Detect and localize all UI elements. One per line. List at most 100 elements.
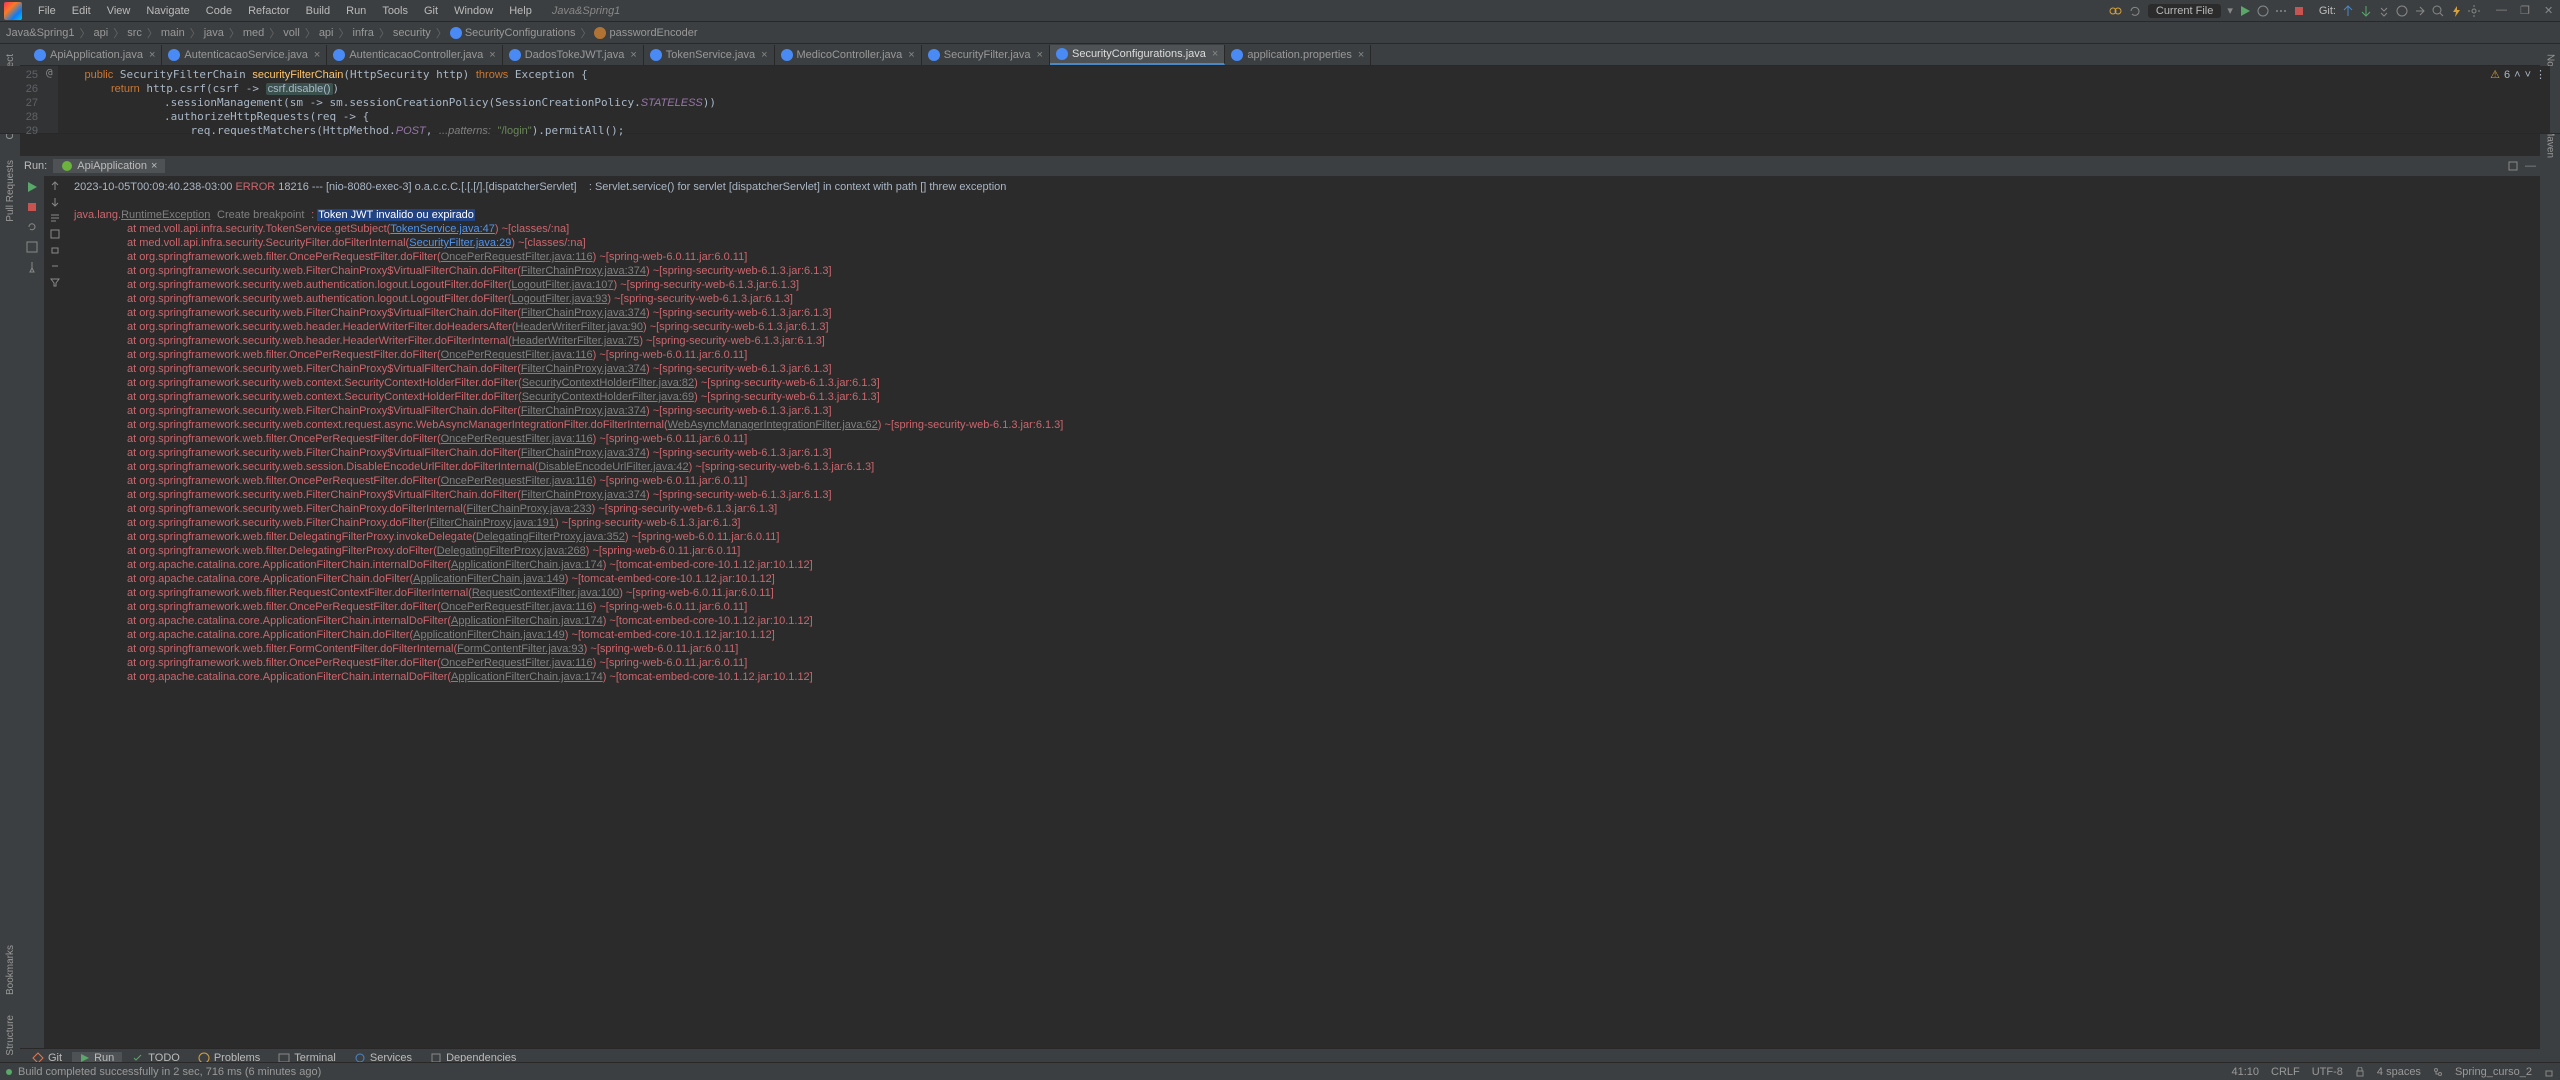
- editor-tab[interactable]: SecurityConfigurations.java×: [1050, 45, 1225, 65]
- close-run-tab[interactable]: ×: [151, 160, 157, 172]
- menu-view[interactable]: View: [99, 5, 139, 17]
- minimize-button[interactable]: —: [2496, 4, 2508, 17]
- close-tab[interactable]: ×: [761, 49, 767, 61]
- close-tab[interactable]: ×: [489, 49, 495, 61]
- git-update-icon[interactable]: [2342, 5, 2354, 17]
- print-icon[interactable]: [49, 244, 61, 256]
- git-push-icon[interactable]: [2378, 5, 2390, 17]
- close-button[interactable]: ✕: [2544, 4, 2556, 17]
- run-header: Run: ApiApplication × —: [20, 156, 2540, 176]
- console[interactable]: 2023-10-05T00:09:40.238-03:00 ERROR 1821…: [66, 176, 2540, 1050]
- tool-structure[interactable]: Structure: [5, 1009, 16, 1062]
- editor-tab[interactable]: MedicoController.java×: [775, 45, 922, 65]
- breadcrumb-class[interactable]: SecurityConfigurations: [465, 27, 576, 39]
- crumb[interactable]: Java&Spring1: [6, 27, 75, 39]
- menu-code[interactable]: Code: [198, 5, 240, 17]
- caret-position[interactable]: 41:10: [2231, 1066, 2259, 1078]
- rerun-icon[interactable]: [25, 180, 39, 194]
- lock-icon[interactable]: [2544, 1067, 2554, 1077]
- thunder-icon[interactable]: [2450, 5, 2462, 17]
- code-area[interactable]: public SecurityFilterChain securityFilte…: [58, 66, 2560, 133]
- file-encoding[interactable]: UTF-8: [2312, 1066, 2343, 1078]
- menu-navigate[interactable]: Navigate: [138, 5, 197, 17]
- run-icon[interactable]: [2239, 5, 2251, 17]
- bean-icon: @: [46, 66, 53, 79]
- crumb[interactable]: security: [393, 27, 431, 39]
- more-actions-icon[interactable]: [2275, 5, 2287, 17]
- collaborators-icon[interactable]: [2108, 4, 2122, 18]
- close-tab[interactable]: ×: [630, 49, 636, 61]
- editor-tab[interactable]: AutenticacaoService.java×: [162, 45, 327, 65]
- pin-icon[interactable]: [25, 260, 39, 274]
- layout-icon[interactable]: [25, 240, 39, 254]
- menu-window[interactable]: Window: [446, 5, 501, 17]
- stop-run-icon[interactable]: [25, 200, 39, 214]
- gutter: 2526272829: [0, 66, 46, 133]
- scroll-end-icon[interactable]: [49, 228, 61, 240]
- editor-tab[interactable]: SecurityFilter.java×: [922, 45, 1050, 65]
- crumb[interactable]: api: [319, 27, 334, 39]
- inspection-widget[interactable]: ⚠ 6 ˄ ˅ ⋮: [2490, 68, 2546, 81]
- close-tab[interactable]: ×: [314, 49, 320, 61]
- crumb[interactable]: api: [94, 27, 109, 39]
- run-config-selector[interactable]: Current File: [2148, 4, 2221, 18]
- menu-git[interactable]: Git: [416, 5, 446, 17]
- java-file-icon: [34, 49, 46, 61]
- build-status-icon: [6, 1069, 12, 1075]
- run-tab[interactable]: ApiApplication ×: [53, 159, 165, 173]
- line-separator[interactable]: CRLF: [2271, 1066, 2300, 1078]
- search-icon[interactable]: [2432, 5, 2444, 17]
- project-name: Java&Spring1: [552, 5, 621, 17]
- close-tab[interactable]: ×: [149, 49, 155, 61]
- menu-tools[interactable]: Tools: [374, 5, 416, 17]
- editor-tab[interactable]: ApiApplication.java×: [28, 45, 162, 65]
- menu-refactor[interactable]: Refactor: [240, 5, 298, 17]
- crumb[interactable]: java: [204, 27, 224, 39]
- hide-run[interactable]: —: [2525, 160, 2536, 172]
- git-history-icon[interactable]: [2396, 5, 2408, 17]
- crumb[interactable]: voll: [283, 27, 300, 39]
- clear-icon[interactable]: [49, 260, 61, 272]
- restart-icon[interactable]: [25, 220, 39, 234]
- editor-scrollbar[interactable]: [2550, 66, 2560, 133]
- close-tab[interactable]: ×: [1212, 48, 1218, 60]
- up-stack-icon[interactable]: [49, 180, 61, 192]
- menu-file[interactable]: File: [30, 5, 64, 17]
- restore-button[interactable]: ❐: [2520, 4, 2532, 17]
- settings-icon[interactable]: [2468, 5, 2480, 17]
- prev-highlight[interactable]: ˄: [2514, 69, 2520, 81]
- menu-run[interactable]: Run: [338, 5, 374, 17]
- next-highlight[interactable]: ˅: [2525, 69, 2531, 81]
- editor[interactable]: 2526272829 @ public SecurityFilterChain …: [0, 66, 2560, 134]
- inspection-menu[interactable]: ⋮: [2535, 68, 2546, 81]
- editor-tab[interactable]: DadosTokeJWT.java×: [503, 45, 644, 65]
- debug-icon[interactable]: [2257, 5, 2269, 17]
- indent-settings[interactable]: 4 spaces: [2377, 1066, 2421, 1078]
- editor-tab[interactable]: TokenService.java×: [644, 45, 775, 65]
- tool-bookmarks[interactable]: Bookmarks: [5, 939, 16, 1001]
- down-stack-icon[interactable]: [49, 196, 61, 208]
- close-tab[interactable]: ×: [908, 49, 914, 61]
- reload-icon[interactable]: [2128, 4, 2142, 18]
- soft-wrap-icon[interactable]: [49, 212, 61, 224]
- tool-pull-requests[interactable]: Pull Requests: [5, 154, 16, 228]
- run-settings-icon[interactable]: [2507, 160, 2519, 172]
- git-revert-icon[interactable]: [2414, 5, 2426, 17]
- crumb[interactable]: med: [243, 27, 264, 39]
- close-tab[interactable]: ×: [1037, 49, 1043, 61]
- menu-help[interactable]: Help: [501, 5, 540, 17]
- filter-icon[interactable]: [49, 276, 61, 288]
- crumb[interactable]: infra: [353, 27, 374, 39]
- menu-build[interactable]: Build: [298, 5, 338, 17]
- editor-tab[interactable]: application.properties×: [1225, 45, 1371, 65]
- menu-edit[interactable]: Edit: [64, 5, 99, 17]
- readonly-icon[interactable]: [2355, 1067, 2365, 1077]
- stop-icon[interactable]: [2293, 5, 2305, 17]
- git-commit-icon[interactable]: [2360, 5, 2372, 17]
- crumb[interactable]: src: [127, 27, 142, 39]
- crumb[interactable]: main: [161, 27, 185, 39]
- editor-tab[interactable]: AutenticacaoController.java×: [327, 45, 502, 65]
- breadcrumb-method[interactable]: passwordEncoder: [609, 27, 697, 39]
- close-tab[interactable]: ×: [1358, 49, 1364, 61]
- git-branch[interactable]: Spring_curso_2: [2455, 1066, 2532, 1078]
